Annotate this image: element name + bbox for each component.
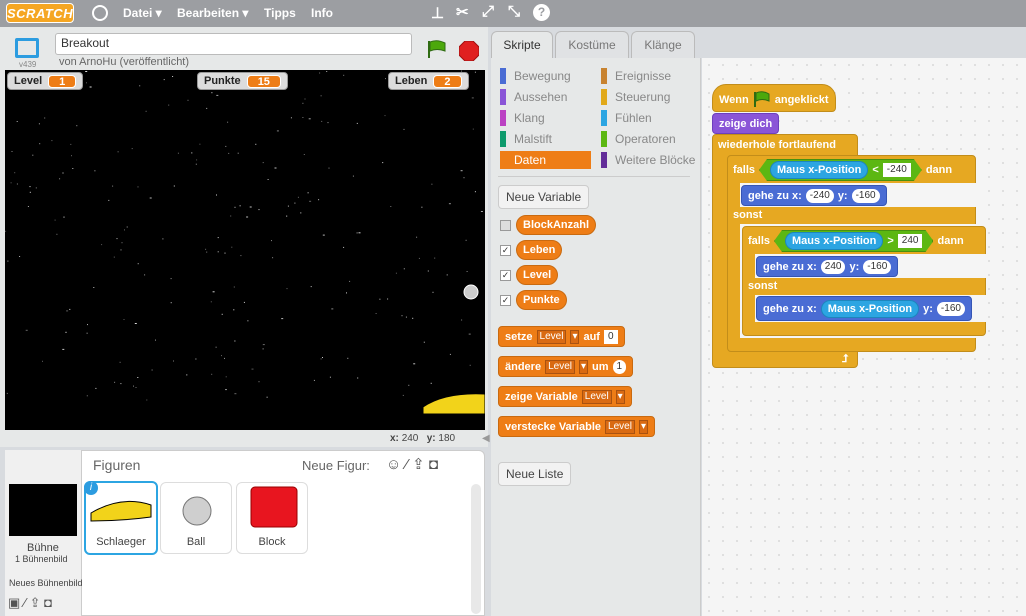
help-icon[interactable]: ? (533, 4, 550, 21)
project-author: von ArnoHu (veröffentlicht) (59, 56, 190, 68)
mouse-x-sensor[interactable]: Maus x-Position (820, 299, 920, 318)
scratch-logo[interactable]: SCRATCH (6, 3, 74, 23)
when-flag-clicked-block[interactable]: Wenn angeklickt (712, 84, 836, 112)
less-than-operator[interactable]: Maus x-Position < -240 (759, 159, 922, 181)
mouse-x-sensor[interactable]: Maus x-Position (785, 232, 883, 250)
new-backdrop-label: Neues Bühnenbild (9, 578, 82, 588)
change-variable-block[interactable]: ändere Level ▾ um 1 (498, 356, 634, 377)
sprite-card-block[interactable]: Block (236, 482, 308, 554)
sprite-card-ball[interactable]: Ball (160, 482, 232, 554)
sprite-name: Ball (186, 536, 206, 548)
menu-tipps[interactable]: Tipps (264, 6, 296, 20)
menu-bearbeiten[interactable]: Bearbeiten ▾ (177, 6, 248, 20)
stamp-icon[interactable]: ⊥ (431, 4, 444, 22)
category-aussehen[interactable]: Aussehen (500, 88, 591, 106)
stage-canvas[interactable]: Level 1 Punkte 15 Leben 2 (5, 70, 485, 430)
variable-reporter-leben[interactable]: Leben (516, 240, 563, 260)
category-malstift[interactable]: Malstift (500, 130, 591, 148)
forever-label: wiederhole fortlaufend (718, 138, 836, 151)
new-sprite-tools-icons[interactable]: ☺ ⁄ ⇪ ◘ (386, 455, 438, 473)
scissors-icon[interactable]: ✂ (456, 3, 469, 21)
monitor-punkte[interactable]: Punkte 15 (197, 72, 288, 90)
sprite-panel-scrollbar[interactable] (471, 484, 481, 614)
goto-xy-block-3[interactable]: gehe zu x: Maus x-Position y: -160 (756, 296, 972, 321)
stop-icon[interactable] (458, 40, 480, 62)
globe-icon[interactable] (92, 5, 108, 21)
set-variable-block[interactable]: setze Level ▾ auf 0 (498, 326, 625, 347)
stage-label: Bühne (27, 542, 59, 554)
variable-checkbox-blockanzahl[interactable] (500, 220, 511, 231)
if2-header: falls Maus x-Position > 240 dann (742, 228, 970, 254)
grow-icon[interactable]: ⤢ (482, 3, 494, 20)
variable-reporter-level[interactable]: Level (516, 265, 559, 285)
category-steuerung[interactable]: Steuerung (601, 88, 695, 106)
sprite-name: Schlaeger (96, 536, 146, 548)
category-ereignisse[interactable]: Ereignisse (601, 67, 695, 85)
category-daten[interactable]: Daten (500, 151, 591, 169)
green-flag-icon (753, 90, 771, 110)
variable-checkbox-punkte[interactable]: ✓ (500, 295, 511, 306)
green-flag-icon[interactable] (427, 40, 447, 58)
category-bewegung[interactable]: Bewegung (500, 67, 591, 85)
tab-klaenge[interactable]: Klänge (631, 31, 695, 58)
goto-xy-block-2[interactable]: gehe zu x: 240 y: -160 (756, 256, 899, 277)
loop-arrow-icon: ⮥ (842, 353, 849, 365)
monitor-level[interactable]: Level 1 (7, 72, 84, 90)
mouse-x-sensor[interactable]: Maus x-Position (770, 161, 868, 179)
else2-label: sonst (748, 280, 778, 292)
new-variable-button[interactable]: Neue Variable (498, 185, 590, 209)
category-list-right: Ereignisse Steuerung Fühlen Operatoren W… (601, 67, 695, 169)
stage-thumbnail[interactable] (9, 484, 77, 536)
greater-than-operator[interactable]: Maus x-Position > 240 (774, 230, 933, 252)
project-title-input[interactable]: Breakout (55, 33, 412, 55)
show-block[interactable]: zeige dich (712, 113, 780, 134)
monitor-leben[interactable]: Leben 2 (388, 72, 469, 90)
variable-reporter-blockanzahl[interactable]: BlockAnzahl (516, 215, 597, 235)
sprites-header: Figuren (93, 457, 141, 473)
shrink-icon[interactable]: ⤡ (508, 3, 520, 20)
backdrop-tools-icons[interactable]: ▣ ⁄ ⇪ ◘ (8, 595, 52, 611)
else1-label: sonst (733, 209, 763, 221)
show-variable-block[interactable]: zeige Variable Level ▾ (498, 386, 632, 407)
info-icon[interactable]: i (84, 481, 98, 495)
menu-info[interactable]: Info (311, 6, 333, 20)
hide-variable-block[interactable]: verstecke Variable Level ▾ (498, 416, 655, 437)
collapse-arrow-icon[interactable]: ◀ (482, 433, 490, 444)
mouse-coords: x: 240 y: 180 (390, 433, 456, 444)
if1-header: falls Maus x-Position < -240 dann (727, 157, 958, 183)
stage-backdrop-count: 1 Bühnenbild (15, 554, 68, 564)
sprite-name: Block (258, 536, 286, 548)
goto-xy-block-1[interactable]: gehe zu x: -240 y: -160 (741, 185, 887, 206)
variable-reporter-punkte[interactable]: Punkte (516, 290, 567, 310)
category-klang[interactable]: Klang (500, 109, 591, 127)
variable-checkbox-leben[interactable]: ✓ (500, 245, 511, 256)
tab-kostueme[interactable]: Kostüme (555, 31, 629, 58)
category-weitere-bloecke[interactable]: Weitere Blöcke (601, 151, 695, 169)
palette-divider (498, 176, 690, 177)
new-sprite-label: Neue Figur: (302, 458, 370, 473)
version-label: v439 (19, 60, 37, 69)
category-list-left: Bewegung Aussehen Klang Malstift Daten (500, 67, 591, 169)
category-fuehlen[interactable]: Fühlen (601, 109, 695, 127)
new-list-button[interactable]: Neue Liste (498, 462, 572, 486)
fullscreen-icon[interactable] (15, 38, 39, 58)
variable-checkbox-level[interactable]: ✓ (500, 270, 511, 281)
category-operatoren[interactable]: Operatoren (601, 130, 695, 148)
tab-skripte[interactable]: Skripte (491, 31, 553, 58)
menu-datei[interactable]: Datei ▾ (123, 6, 162, 20)
menu-bar: SCRATCH Datei ▾ Bearbeiten ▾ Tipps Info … (0, 0, 1026, 27)
